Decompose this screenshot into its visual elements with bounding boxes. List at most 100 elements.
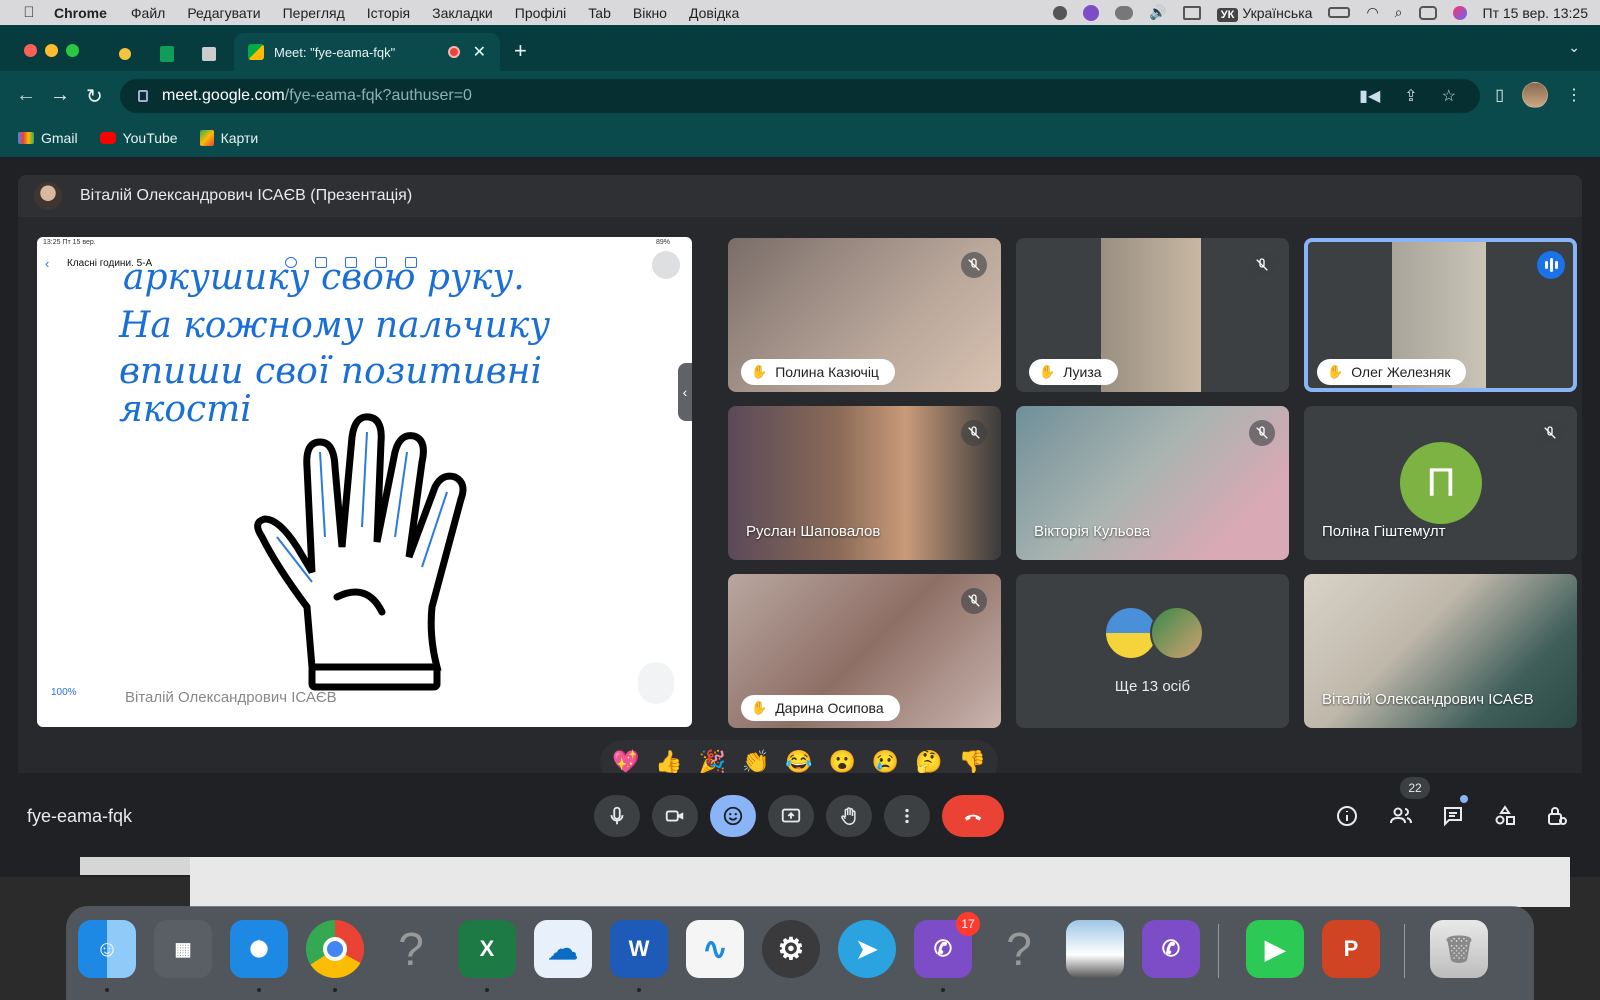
apple-menu-icon[interactable]: 	[14, 4, 44, 21]
preview-icon[interactable]	[1066, 920, 1124, 978]
camera-in-use-icon[interactable]: ▮◀	[1359, 86, 1380, 106]
battery-icon[interactable]	[1328, 7, 1351, 18]
leave-call-button[interactable]	[942, 795, 1004, 837]
meeting-details-button[interactable]	[1332, 801, 1362, 831]
menu-tab[interactable]: Tab	[588, 5, 611, 21]
microphone-button[interactable]	[594, 795, 640, 837]
reaction-clap[interactable]: 👏	[742, 749, 769, 775]
presentation-mute-icon	[652, 251, 680, 279]
menu-view[interactable]: Перегляд	[283, 5, 345, 21]
participant-tile[interactable]: ✋ Дарина Осипова	[728, 574, 1001, 728]
close-tab-icon[interactable]: ✕	[473, 42, 486, 62]
bookmark-youtube[interactable]: YouTube	[99, 130, 178, 146]
participant-name: Вікторія Кульова	[1034, 523, 1151, 540]
unknown-app-icon[interactable]: ?	[382, 920, 440, 978]
word-icon[interactable]: W	[610, 920, 668, 978]
excel-icon[interactable]: X	[458, 920, 516, 978]
siri-icon[interactable]	[1452, 5, 1467, 20]
freeform-icon[interactable]: ∿	[686, 920, 744, 978]
present-screen-button[interactable]	[768, 795, 814, 837]
facetime-icon[interactable]: ▶	[1246, 920, 1304, 978]
more-participants-tile[interactable]: Ще 13 осіб	[1016, 574, 1289, 728]
reaction-sparkling-heart[interactable]: 💖	[612, 749, 639, 775]
shared-screen[interactable]: 13:25 Пт 15 вер. 89% ‹ Класні години. 5-…	[37, 237, 692, 727]
powerpoint-icon[interactable]: P	[1322, 920, 1380, 978]
profile-avatar[interactable]	[1522, 82, 1548, 108]
reaction-laugh[interactable]: 😂	[785, 749, 812, 775]
forward-arrow-icon[interactable]: →	[50, 84, 70, 107]
minimize-window-button[interactable]	[45, 44, 58, 57]
camera-button[interactable]	[652, 795, 698, 837]
back-arrow-icon[interactable]: ←	[16, 84, 36, 107]
reload-icon[interactable]: ↻	[86, 84, 103, 109]
viber-status-icon[interactable]	[1083, 4, 1100, 21]
participant-tile[interactable]: ✋ Полина Казючіц	[728, 238, 1001, 392]
display-icon[interactable]	[1182, 5, 1201, 20]
wifi-icon[interactable]: ◠	[1366, 4, 1378, 21]
participant-tile-self[interactable]: Віталій Олександрович ІСАЄВ	[1304, 574, 1577, 728]
people-button[interactable]	[1386, 801, 1416, 831]
launchpad-icon[interactable]: ▦	[154, 920, 212, 978]
tab-search-chevron-icon[interactable]: ⌄	[1568, 39, 1580, 56]
reactions-button[interactable]	[710, 795, 756, 837]
reaction-surprised[interactable]: 😮	[829, 749, 856, 775]
bookmark-gmail[interactable]: Gmail	[18, 130, 78, 146]
menu-file[interactable]: Файл	[131, 5, 165, 21]
finder-icon[interactable]: ☺	[78, 920, 136, 978]
reaction-thumbs-up[interactable]: 👍	[655, 749, 682, 775]
viber-icon[interactable]: ✆	[1142, 920, 1200, 978]
menu-profiles[interactable]: Профілі	[515, 5, 567, 21]
participant-tile-active-speaker[interactable]: ✋ Олег Железняк	[1304, 238, 1577, 392]
share-icon[interactable]: ⇪	[1404, 86, 1417, 106]
reaction-party[interactable]: 🎉	[699, 749, 726, 775]
safari-icon[interactable]: ✦	[230, 920, 288, 978]
side-panel-icon[interactable]: ▯	[1495, 85, 1504, 105]
collapse-panel-chevron-icon[interactable]: ‹	[678, 363, 692, 421]
onedrive-icon[interactable]: ☁	[534, 920, 592, 978]
address-bar[interactable]: meet.google.com/fye-eama-fqk?authuser=0 …	[120, 79, 1480, 113]
viber-icon[interactable]: ✆ 17	[914, 912, 980, 978]
tab-meet[interactable]: Meet: "fye-eama-fqk" ✕	[234, 33, 500, 71]
new-tab-button[interactable]: +	[514, 38, 527, 64]
menu-history[interactable]: Історія	[367, 5, 410, 21]
trash-icon[interactable]: 🗑	[1430, 920, 1488, 978]
cloud-icon[interactable]	[1115, 5, 1134, 20]
close-window-button[interactable]	[24, 44, 37, 57]
kebab-menu-icon[interactable]: ⋮	[1566, 85, 1582, 105]
host-controls-button[interactable]	[1542, 801, 1572, 831]
menu-bookmarks[interactable]: Закладки	[432, 5, 493, 21]
system-settings-icon[interactable]: ⚙	[762, 920, 820, 978]
search-icon[interactable]: ⌕	[1395, 4, 1403, 21]
bookmark-maps[interactable]: Карти	[199, 130, 258, 146]
clock[interactable]: Пт 15 вер. 13:25	[1483, 5, 1589, 21]
menu-window[interactable]: Вікно	[633, 5, 667, 21]
more-options-button[interactable]	[884, 795, 930, 837]
raise-hand-button[interactable]	[826, 795, 872, 837]
volume-icon[interactable]: 🔊	[1149, 4, 1166, 21]
input-source[interactable]: УК Українська	[1216, 5, 1312, 22]
menu-app-name[interactable]: Chrome	[54, 5, 107, 21]
chat-button[interactable]	[1438, 801, 1468, 831]
participant-tile[interactable]: Руслан Шаповалов	[728, 406, 1001, 560]
participant-tile[interactable]: ✋ Луиза	[1016, 238, 1289, 392]
unknown-app-icon[interactable]: ?	[990, 920, 1048, 978]
reaction-thumbs-down[interactable]: 👎	[959, 749, 986, 775]
record-status-icon[interactable]	[1053, 5, 1068, 20]
sheets-icon	[160, 46, 174, 62]
zoom-window-button[interactable]	[66, 44, 79, 57]
telegram-icon[interactable]: ➤	[838, 920, 896, 978]
participant-tile[interactable]: Вікторія Кульова	[1016, 406, 1289, 560]
participant-tile[interactable]: П Поліна Гіштемулт	[1304, 406, 1577, 560]
activities-button[interactable]	[1490, 801, 1520, 831]
menu-help[interactable]: Довідка	[689, 5, 739, 21]
pinned-tab-3[interactable]	[194, 37, 224, 71]
control-center-icon[interactable]	[1418, 5, 1437, 20]
reaction-sad[interactable]: 😢	[872, 749, 899, 775]
reaction-thinking[interactable]: 🤔	[915, 749, 942, 775]
chrome-icon[interactable]	[306, 920, 364, 978]
bookmark-star-icon[interactable]: ☆	[1442, 86, 1456, 106]
lock-icon[interactable]	[138, 90, 148, 102]
pinned-tab-2[interactable]	[152, 37, 182, 71]
pinned-tab-1[interactable]	[110, 37, 140, 71]
menu-edit[interactable]: Редагувати	[187, 5, 260, 21]
